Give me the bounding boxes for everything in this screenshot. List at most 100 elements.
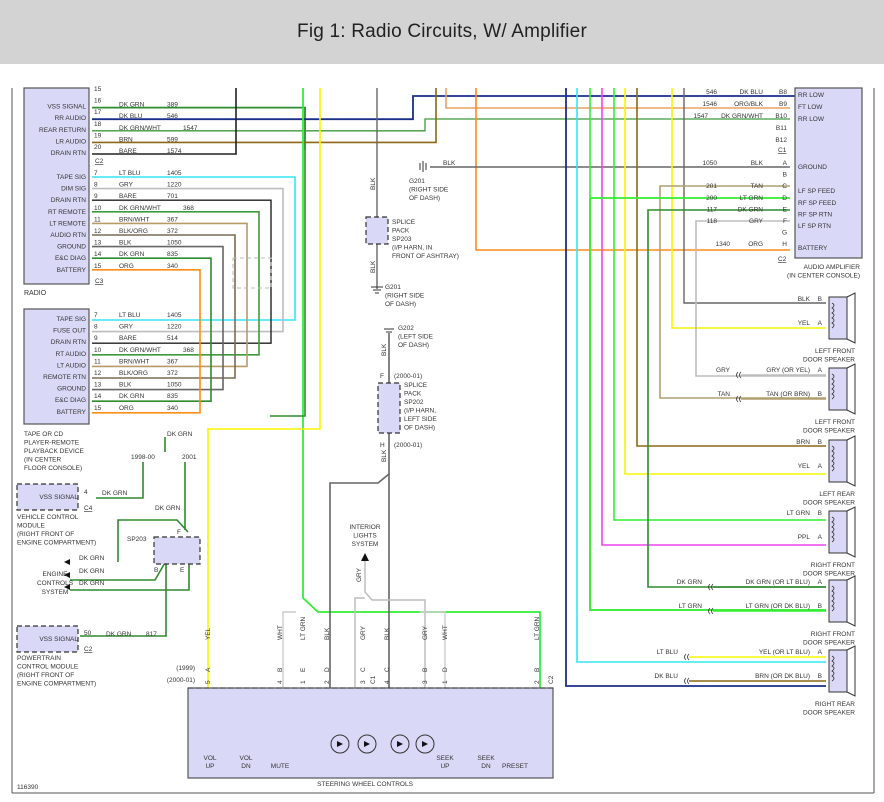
wire-color-label: GRY [749,218,764,225]
wire-org [92,269,201,414]
pin-label: E [300,667,307,672]
vcm-label: VEHICLE CONTROL [17,514,79,521]
pin-name: E&C DIAG [55,255,86,262]
steering-wheel-label: STEERING WHEEL CONTROLS [317,781,413,788]
switch-label: VOL [203,755,216,762]
wire-color-label: DK GRN [119,393,145,400]
wire-color-label: LT GRN [740,195,764,202]
wire-color-label: BLK [119,382,132,389]
pin-name: DRAIN RTN [51,197,87,204]
speaker-label: DOOR SPEAKER [803,428,855,435]
wire-label: GRY [356,567,363,582]
switch-label: MUTE [271,763,290,770]
switch-label: PRESET [502,763,528,770]
sp202-label: SP202 [404,399,424,406]
sp202-label: LEFT SIDE [404,416,437,423]
circuit-number: 1547 [183,125,198,132]
wire-color-label: DK GRN/WHT [721,113,763,120]
wire-color-label: LT BLU [119,312,141,319]
speaker-label: DOOR SPEAKER [803,357,855,364]
circuit-number: 200 [706,195,717,202]
wire-color-label: YEL (OR LT BLU) [759,649,810,656]
speaker-label: DOOR SPEAKER [803,640,855,647]
pin-name: LT AUDIO [57,362,86,369]
pin-label: 3 [360,680,367,684]
sp203-label: SPLICE [392,219,416,226]
wire-color-label: LT GRN [787,510,811,517]
wire-color-label: BRN [119,136,133,143]
wire-label: BLK [384,627,391,640]
pin-name: FUSE OUT [53,328,86,335]
pin-label: 1 [442,680,449,684]
pin-name: BATTERY [798,245,828,252]
pin-label: B [818,391,822,398]
speaker-label: RIGHT REAR [815,701,855,708]
wire-color-label: GRY [716,367,731,374]
speaker-cone-icon [846,575,856,627]
circuit-number: 372 [167,228,178,235]
pin-number: 12 [94,370,102,377]
year-label: (2000-01) [394,442,422,449]
speaker-cone-icon [846,435,856,487]
pin-name: BATTERY [57,267,87,274]
pin-name: RF SP FEED [798,200,836,207]
sp202-label: OF DASH) [404,425,435,432]
circuit-number: 546 [706,89,717,96]
connector-label: C2 [778,256,787,263]
wire-color-label: YEL [798,320,811,327]
arrow-icon [64,559,70,565]
wire-color-label: DK GRN [119,251,145,258]
arrow-up-icon [361,553,369,561]
wire-lr-audio [92,88,437,144]
pin-number: 14 [94,393,102,400]
year-label: 1998-00 [131,454,155,461]
connector-label: C4 [84,505,93,512]
pin-number: 10 [94,205,102,212]
pin-number: 7 [94,170,98,177]
interior-lights-label: LIGHTS [353,533,377,540]
pin-name: RR LOW [798,116,825,123]
switch-label: SEEK [477,755,495,762]
pin-name: TAPE SIG [57,174,87,181]
circuit-number: 701 [167,193,178,200]
pin-number: 15 [94,86,102,93]
pin-number: B11 [776,125,787,132]
wire-color-label: BLK [751,160,764,167]
pin-name: RR AUDIO [55,115,86,122]
pin-label: B [818,510,822,517]
speaker-label: RIGHT FRONT [811,631,855,638]
wire-color-label: BRN (OR DK BLU) [755,673,810,680]
pin-label: F [177,529,181,536]
wire-color-label: DK BLU [655,673,679,680]
vcm-signal-label: VSS SIGNAL [39,494,78,501]
wire-wht-swc [282,611,446,688]
pin-number: 20 [94,144,102,151]
circuit-number: 1220 [167,182,182,189]
pin-label: A [818,579,823,586]
pin-label: C [384,667,391,672]
wire-color-label: DK GRN [738,206,764,213]
pin-number: 4 [84,489,88,496]
wire-color-label: ORG [119,405,134,412]
wire-color-label: ORG/BLK [734,101,764,108]
pin-label: B [422,668,429,672]
wire-color-label: BARE [119,193,137,200]
circuit-number: 117 [707,206,718,213]
circuit-number: 367 [167,358,178,365]
tape-player-label: FLOOR CONSOLE) [24,465,82,472]
wire-color-label: BRN [796,439,810,446]
pin-label: A [205,667,212,672]
pin-number: B [783,172,787,179]
circuit-number: 1220 [167,324,182,331]
wire-color-label: BARE [119,335,137,342]
wire-color-label: DK GRN/WHT [119,125,161,132]
pin-name: GROUND [57,386,86,393]
g202-label: (LEFT SIDE [398,334,434,341]
pin-label: 3 [422,680,429,684]
pin-number: B9 [779,101,787,108]
wire-label: DK GRN [79,555,105,562]
wire-color-label: GRY [119,182,134,189]
pin-number: B12 [775,137,787,144]
pcm-signal-label: VSS SIGNAL [39,636,78,643]
pin-number: 12 [94,228,102,235]
